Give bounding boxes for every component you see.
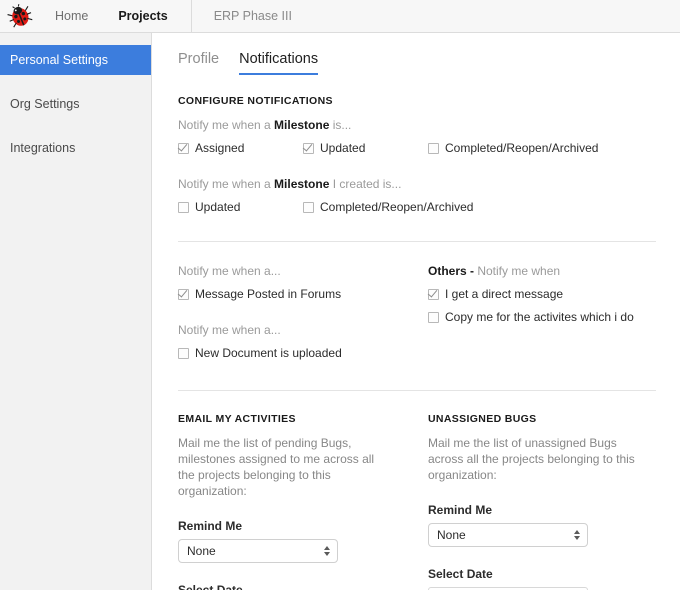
checkbox-copy-me-activities-box[interactable] (428, 311, 439, 323)
checkbox-direct-message[interactable]: I get a direct message (428, 287, 680, 301)
settings-sidebar: Personal Settings Org Settings Integrati… (0, 33, 152, 590)
top-navigation-bar: Home Projects ERP Phase III (0, 0, 680, 33)
milestone-prompt-1-pre: Notify me when a (178, 118, 275, 132)
checkbox-created-updated-label: Updated (195, 200, 241, 214)
others-heading-rest: Notify me when (477, 264, 561, 278)
unassigned-bugs-block: UNASSIGNED BUGS Mail me the list of unas… (428, 413, 680, 590)
chevron-updown-icon (324, 546, 330, 556)
settings-tabs: Profile Notifications (153, 33, 680, 75)
checkbox-assigned-label: Assigned (195, 141, 245, 155)
bugs-remind-me-select[interactable]: None (428, 523, 588, 547)
checkbox-created-completed-reopen-archived[interactable]: Completed/Reopen/Archived (303, 200, 473, 214)
unassigned-bugs-title: UNASSIGNED BUGS (428, 413, 537, 425)
others-options: I get a direct message Copy me for the a… (428, 287, 680, 324)
checkbox-assigned-box[interactable] (178, 142, 189, 154)
tab-notifications[interactable]: Notifications (239, 51, 319, 75)
email-my-activities-title: EMAIL MY ACTIVITIES (178, 413, 296, 425)
bugs-select-date-label: Select Date (428, 567, 493, 581)
divider-1 (178, 241, 656, 242)
milestone-prompt-1-bold: Milestone (274, 118, 330, 132)
checkbox-new-document-uploaded-label: New Document is uploaded (195, 346, 342, 360)
checkbox-message-posted-in-forums[interactable]: Message Posted in Forums (178, 287, 428, 301)
checkbox-new-document-uploaded[interactable]: New Document is uploaded (178, 346, 428, 360)
checkbox-message-posted-in-forums-label: Message Posted in Forums (195, 287, 342, 301)
checkbox-direct-message-label: I get a direct message (445, 287, 564, 301)
configure-notifications-heading: CONFIGURE NOTIFICATIONS (178, 95, 333, 107)
others-heading: Others - Notify me when (428, 264, 680, 278)
ladybug-logo-icon (7, 4, 33, 28)
checkbox-created-updated[interactable]: Updated (178, 200, 303, 214)
milestone-prompt-2-post: I created is... (329, 177, 402, 191)
middle-right-column: Others - Notify me when I get a direct m… (428, 264, 680, 360)
checkbox-direct-message-box[interactable] (428, 288, 439, 300)
bottom-section: EMAIL MY ACTIVITIES Mail me the list of … (153, 413, 680, 590)
document-option-wrap: New Document is uploaded (178, 346, 428, 360)
bugs-remind-me-label: Remind Me (428, 503, 493, 517)
main-content: Profile Notifications CONFIGURE NOTIFICA… (153, 33, 680, 590)
nav-link-home[interactable]: Home (40, 0, 103, 33)
milestone-options-row-1: Assigned Updated Completed/Reopen/Archiv… (153, 141, 680, 155)
chevron-updown-icon (574, 530, 580, 540)
primary-nav: Home Projects (40, 0, 183, 33)
checkbox-created-updated-box[interactable] (178, 201, 189, 213)
forums-option-wrap: Message Posted in Forums (178, 287, 428, 301)
sidebar-item-integrations[interactable]: Integrations (0, 133, 151, 163)
forums-prompt: Notify me when a... (178, 264, 281, 278)
email-my-activities-block: EMAIL MY ACTIVITIES Mail me the list of … (178, 413, 428, 590)
milestone-prompt-1: Notify me when a Milestone is... (153, 118, 680, 132)
sidebar-item-personal-settings[interactable]: Personal Settings (0, 45, 151, 75)
middle-section: Notify me when a... Message Posted in Fo… (153, 264, 680, 360)
email-my-activities-description: Mail me the list of pending Bugs, milest… (178, 436, 375, 498)
milestone-prompt-2-pre: Notify me when a (178, 177, 275, 191)
tab-profile[interactable]: Profile (178, 51, 219, 75)
email-remind-me-value: None (187, 544, 216, 558)
checkbox-completed-reopen-archived[interactable]: Completed/Reopen/Archived (428, 141, 598, 155)
checkbox-copy-me-activities[interactable]: Copy me for the activites which i do (428, 310, 680, 324)
milestone-prompt-2-bold: Milestone (274, 177, 330, 191)
milestone-prompt-1-post: is... (329, 118, 352, 132)
checkbox-created-completed-reopen-archived-box[interactable] (303, 201, 314, 213)
bugs-remind-me-value: None (437, 528, 466, 542)
checkbox-completed-reopen-archived-box[interactable] (428, 142, 439, 154)
unassigned-bugs-description: Mail me the list of unassigned Bugs acro… (428, 436, 635, 482)
email-select-date-label: Select Date (178, 583, 243, 590)
checkbox-message-posted-in-forums-box[interactable] (178, 288, 189, 300)
document-prompt: Notify me when a... (178, 323, 281, 337)
divider-2 (178, 390, 656, 391)
app-logo[interactable] (0, 0, 40, 33)
checkbox-updated-label: Updated (320, 141, 366, 155)
checkbox-assigned[interactable]: Assigned (178, 141, 303, 155)
nav-link-projects[interactable]: Projects (103, 0, 182, 33)
checkbox-updated[interactable]: Updated (303, 141, 428, 155)
email-remind-me-label: Remind Me (178, 519, 243, 533)
current-project-name: ERP Phase III (213, 9, 292, 23)
milestone-options-row-2: Updated Completed/Reopen/Archived (153, 200, 680, 214)
checkbox-created-completed-reopen-archived-label: Completed/Reopen/Archived (320, 200, 474, 214)
middle-left-column: Notify me when a... Message Posted in Fo… (178, 264, 428, 360)
sidebar-item-org-settings[interactable]: Org Settings (0, 89, 151, 119)
milestone-prompt-2: Notify me when a Milestone I created is.… (153, 177, 680, 191)
checkbox-updated-box[interactable] (303, 142, 314, 154)
checkbox-completed-reopen-archived-label: Completed/Reopen/Archived (445, 141, 599, 155)
checkbox-copy-me-activities-label: Copy me for the activites which i do (445, 310, 634, 324)
checkbox-new-document-uploaded-box[interactable] (178, 347, 189, 359)
others-heading-bold: Others - (428, 264, 478, 278)
email-remind-me-select[interactable]: None (178, 539, 338, 563)
